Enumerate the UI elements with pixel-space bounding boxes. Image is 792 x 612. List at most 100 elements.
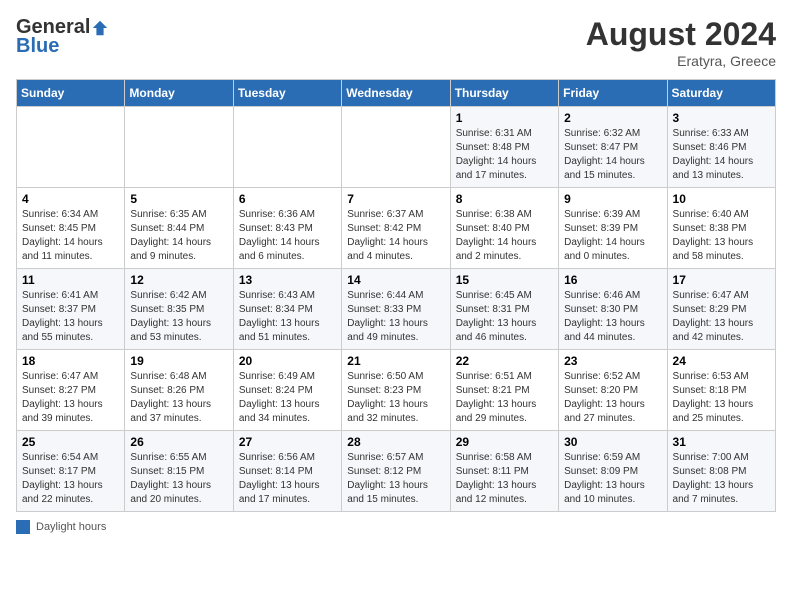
day-number: 28 [347, 435, 444, 449]
header-day-saturday: Saturday [667, 80, 775, 107]
calendar-cell: 13Sunrise: 6:43 AMSunset: 8:34 PMDayligh… [233, 269, 341, 350]
calendar-cell: 22 Sunrise: 6:51 AMSunset: 8:21 PMDayligh… [450, 350, 558, 431]
day-info: Sunrise: 6:51 AMSunset: 8:21 PMDaylight:… [456, 370, 553, 426]
day-number: 13 [239, 273, 336, 287]
calendar-cell: 30 Sunrise: 6:59 AMSunset: 8:09 PMDayligh… [559, 431, 667, 512]
day-number: 3 [673, 111, 770, 125]
day-info: Sunrise: 6:39 AMSunset: 8:39 PMDaylight:… [564, 208, 661, 264]
calendar-cell: 11 Sunrise: 6:41 AMSunset: 8:37 PMDayligh… [17, 269, 125, 350]
day-info: Sunrise: 6:57 AMSunset: 8:12 PMDaylight:… [347, 451, 444, 507]
day-number: 22 [456, 354, 553, 368]
calendar-cell: 10Sunrise: 6:40 AMSunset: 8:38 PMDayligh… [667, 188, 775, 269]
calendar-cell [233, 107, 341, 188]
day-info: Sunrise: 6:38 AMSunset: 8:40 PMDaylight:… [456, 208, 553, 264]
calendar-cell: 28 Sunrise: 6:57 AMSunset: 8:12 PMDayligh… [342, 431, 450, 512]
day-number: 1 [456, 111, 553, 125]
day-number: 11 [22, 273, 119, 287]
day-info: Sunrise: 6:42 AMSunset: 8:35 PMDaylight:… [130, 289, 227, 345]
logo: General Blue [16, 16, 109, 58]
day-number: 25 [22, 435, 119, 449]
day-number: 30 [564, 435, 661, 449]
header-day-friday: Friday [559, 80, 667, 107]
calendar-cell: 23 Sunrise: 6:52 AMSunset: 8:20 PMDayligh… [559, 350, 667, 431]
day-number: 15 [456, 273, 553, 287]
calendar-cell: 26Sunrise: 6:55 AMSunset: 8:15 PMDayligh… [125, 431, 233, 512]
logo-blue-text: Blue [16, 35, 59, 58]
calendar-header-row: SundayMondayTuesdayWednesdayThursdayFrid… [17, 80, 776, 107]
day-info: Sunrise: 6:56 AMSunset: 8:14 PMDaylight:… [239, 451, 336, 507]
calendar-cell: 25 Sunrise: 6:54 AMSunset: 8:17 PMDayligh… [17, 431, 125, 512]
calendar-cell: 3 Sunrise: 6:33 AMSunset: 8:46 PMDaylight… [667, 107, 775, 188]
day-number: 18 [22, 354, 119, 368]
calendar-cell: 4Sunrise: 6:34 AMSunset: 8:45 PMDaylight… [17, 188, 125, 269]
calendar-cell [125, 107, 233, 188]
day-number: 23 [564, 354, 661, 368]
calendar-cell: 16 Sunrise: 6:46 AMSunset: 8:30 PMDayligh… [559, 269, 667, 350]
day-info: Sunrise: 6:47 AMSunset: 8:29 PMDaylight:… [673, 289, 770, 345]
month-year-title: August 2024 [586, 16, 776, 53]
day-number: 16 [564, 273, 661, 287]
day-number: 27 [239, 435, 336, 449]
calendar-week-row: 11 Sunrise: 6:41 AMSunset: 8:37 PMDayligh… [17, 269, 776, 350]
day-info: Sunrise: 6:58 AMSunset: 8:11 PMDaylight:… [456, 451, 553, 507]
day-number: 29 [456, 435, 553, 449]
day-info: Sunrise: 6:37 AMSunset: 8:42 PMDaylight:… [347, 208, 444, 264]
calendar-cell [342, 107, 450, 188]
day-info: Sunrise: 6:41 AMSunset: 8:37 PMDaylight:… [22, 289, 119, 345]
day-number: 2 [564, 111, 661, 125]
calendar-week-row: 1 Sunrise: 6:31 AMSunset: 8:48 PMDaylight… [17, 107, 776, 188]
day-number: 17 [673, 273, 770, 287]
day-number: 21 [347, 354, 444, 368]
calendar-cell: 9 Sunrise: 6:39 AMSunset: 8:39 PMDaylight… [559, 188, 667, 269]
calendar-cell: 2 Sunrise: 6:32 AMSunset: 8:47 PMDaylight… [559, 107, 667, 188]
calendar-cell: 5 Sunrise: 6:35 AMSunset: 8:44 PMDaylight… [125, 188, 233, 269]
day-info: Sunrise: 6:52 AMSunset: 8:20 PMDaylight:… [564, 370, 661, 426]
calendar-cell: 7Sunrise: 6:37 AMSunset: 8:42 PMDaylight… [342, 188, 450, 269]
header-day-monday: Monday [125, 80, 233, 107]
calendar-cell [17, 107, 125, 188]
day-info: Sunrise: 6:44 AMSunset: 8:33 PMDaylight:… [347, 289, 444, 345]
header-day-wednesday: Wednesday [342, 80, 450, 107]
day-number: 14 [347, 273, 444, 287]
calendar-cell: 15 Sunrise: 6:45 AMSunset: 8:31 PMDayligh… [450, 269, 558, 350]
day-info: Sunrise: 6:54 AMSunset: 8:17 PMDaylight:… [22, 451, 119, 507]
day-info: Sunrise: 6:34 AMSunset: 8:45 PMDaylight:… [22, 208, 119, 264]
calendar-cell: 31Sunrise: 7:00 AMSunset: 8:08 PMDayligh… [667, 431, 775, 512]
location-subtitle: Eratyra, Greece [586, 53, 776, 69]
calendar-cell: 17 Sunrise: 6:47 AMSunset: 8:29 PMDayligh… [667, 269, 775, 350]
day-info: Sunrise: 6:49 AMSunset: 8:24 PMDaylight:… [239, 370, 336, 426]
day-info: Sunrise: 6:48 AMSunset: 8:26 PMDaylight:… [130, 370, 227, 426]
day-info: Sunrise: 6:31 AMSunset: 8:48 PMDaylight:… [456, 127, 553, 183]
day-number: 24 [673, 354, 770, 368]
header-day-tuesday: Tuesday [233, 80, 341, 107]
calendar-cell: 21Sunrise: 6:50 AMSunset: 8:23 PMDayligh… [342, 350, 450, 431]
day-info: Sunrise: 6:46 AMSunset: 8:30 PMDaylight:… [564, 289, 661, 345]
day-info: Sunrise: 6:35 AMSunset: 8:44 PMDaylight:… [130, 208, 227, 264]
day-number: 9 [564, 192, 661, 206]
page-header: General Blue August 2024 Eratyra, Greece [16, 16, 776, 69]
day-info: Sunrise: 7:00 AMSunset: 8:08 PMDaylight:… [673, 451, 770, 507]
logo-icon [91, 19, 109, 37]
day-number: 8 [456, 192, 553, 206]
calendar-cell: 6Sunrise: 6:36 AMSunset: 8:43 PMDaylight… [233, 188, 341, 269]
footer: Daylight hours [16, 520, 776, 534]
calendar-cell: 29 Sunrise: 6:58 AMSunset: 8:11 PMDayligh… [450, 431, 558, 512]
day-number: 20 [239, 354, 336, 368]
day-info: Sunrise: 6:32 AMSunset: 8:47 PMDaylight:… [564, 127, 661, 183]
day-info: Sunrise: 6:53 AMSunset: 8:18 PMDaylight:… [673, 370, 770, 426]
calendar-week-row: 18 Sunrise: 6:47 AMSunset: 8:27 PMDayligh… [17, 350, 776, 431]
day-number: 5 [130, 192, 227, 206]
day-number: 12 [130, 273, 227, 287]
day-number: 10 [673, 192, 770, 206]
calendar-cell: 19Sunrise: 6:48 AMSunset: 8:26 PMDayligh… [125, 350, 233, 431]
day-info: Sunrise: 6:47 AMSunset: 8:27 PMDaylight:… [22, 370, 119, 426]
calendar-cell: 14 Sunrise: 6:44 AMSunset: 8:33 PMDayligh… [342, 269, 450, 350]
day-info: Sunrise: 6:59 AMSunset: 8:09 PMDaylight:… [564, 451, 661, 507]
day-number: 26 [130, 435, 227, 449]
header-day-sunday: Sunday [17, 80, 125, 107]
day-info: Sunrise: 6:33 AMSunset: 8:46 PMDaylight:… [673, 127, 770, 183]
title-section: August 2024 Eratyra, Greece [586, 16, 776, 69]
daylight-color-box [16, 520, 30, 534]
day-info: Sunrise: 6:45 AMSunset: 8:31 PMDaylight:… [456, 289, 553, 345]
calendar-cell: 12 Sunrise: 6:42 AMSunset: 8:35 PMDayligh… [125, 269, 233, 350]
